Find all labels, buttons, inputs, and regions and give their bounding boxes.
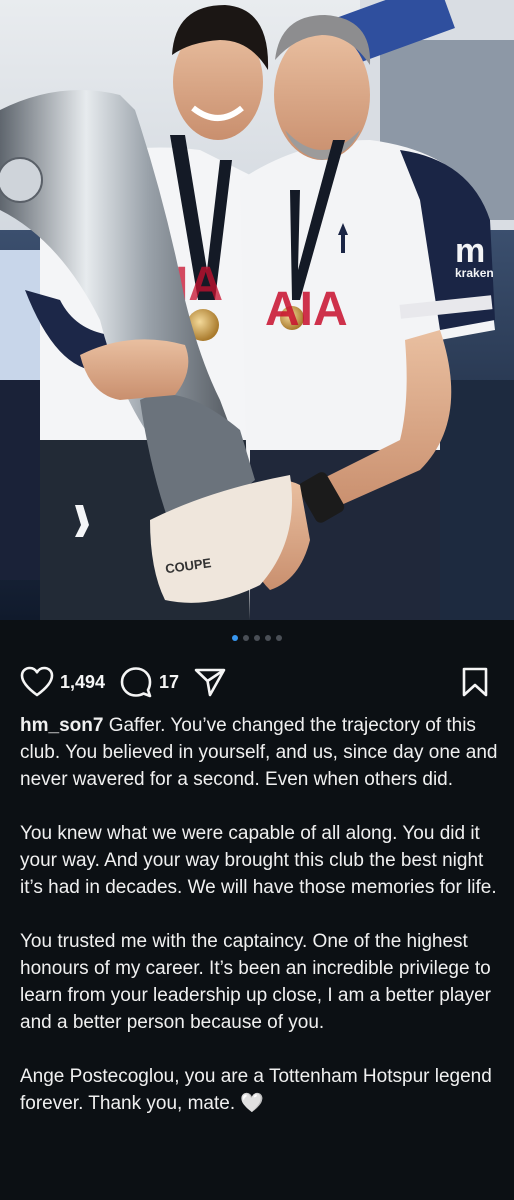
- caption-paragraph: hm_son7 Gaffer. You’ve changed the traje…: [20, 712, 498, 793]
- white-heart-emoji: 🤍: [240, 1093, 265, 1114]
- caption-paragraph: You knew what we were capable of all alo…: [20, 823, 497, 898]
- carousel-indicator: [0, 635, 514, 641]
- carousel-dot: [276, 635, 282, 641]
- like-button[interactable]: 1,494: [20, 666, 105, 698]
- bookmark-icon: [462, 667, 488, 697]
- svg-text:AIA: AIA: [265, 283, 348, 336]
- like-count[interactable]: 1,494: [60, 672, 105, 693]
- comment-count[interactable]: 17: [159, 672, 179, 693]
- carousel-dot: [243, 635, 249, 641]
- comment-button[interactable]: 17: [119, 666, 179, 698]
- carousel-dot-active: [232, 635, 238, 641]
- caption-paragraph: You trusted me with the captaincy. One o…: [20, 931, 492, 1033]
- post-caption: hm_son7 Gaffer. You’ve changed the traje…: [20, 712, 498, 1117]
- send-icon: [194, 668, 226, 697]
- carousel-dot: [254, 635, 260, 641]
- share-button[interactable]: [193, 666, 227, 698]
- sleeve-logo: m: [455, 232, 485, 270]
- carousel-dot: [265, 635, 271, 641]
- heart-icon: [20, 666, 54, 697]
- comment-icon: [120, 667, 152, 698]
- post-actions: 1,494 17: [20, 664, 490, 700]
- sleeve-sponsor: kraken: [455, 266, 494, 280]
- caption-paragraph: Ange Postecoglou, you are a Tottenham Ho…: [20, 1063, 498, 1117]
- save-button[interactable]: [460, 666, 490, 698]
- post-photo[interactable]: IA AIA COUPE m kraken: [0, 0, 514, 620]
- caption-username[interactable]: hm_son7: [20, 715, 103, 736]
